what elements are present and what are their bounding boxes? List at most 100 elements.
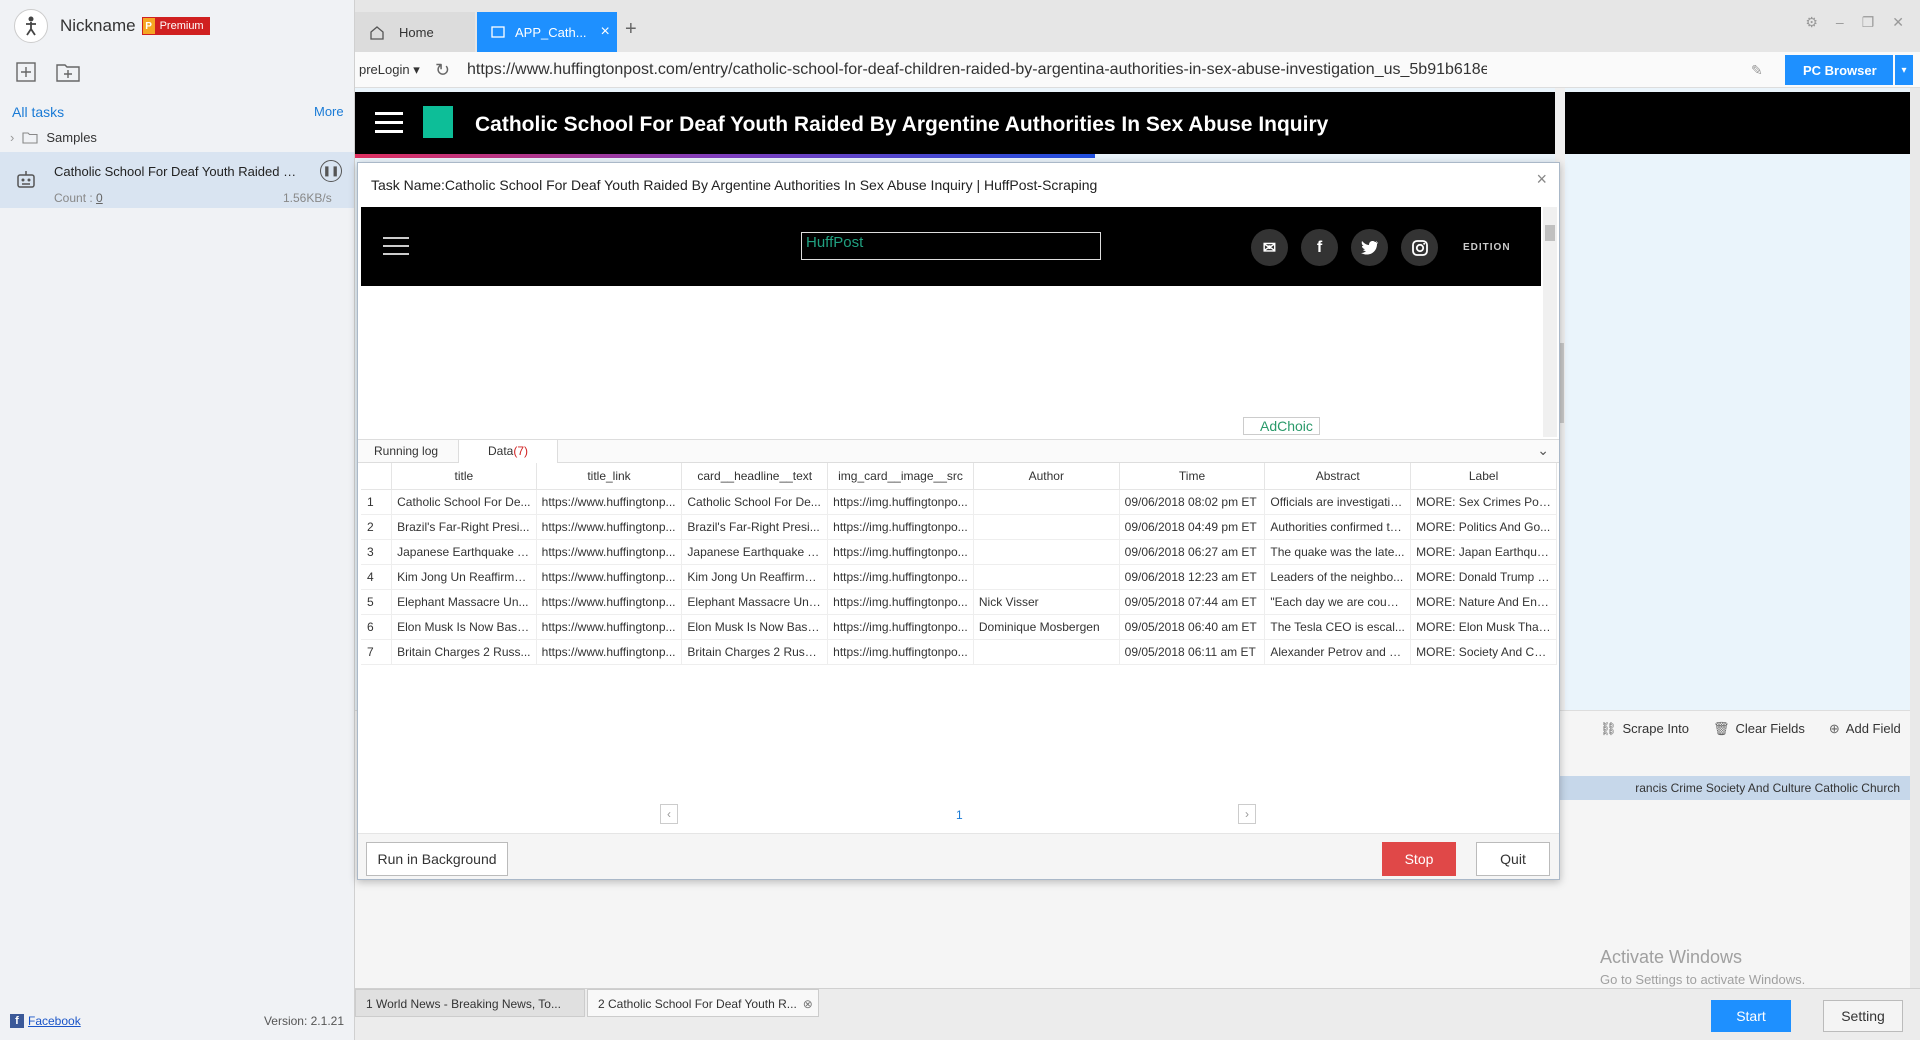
task-count-value[interactable]: 0 [96,191,103,205]
table-cell: 09/06/2018 08:02 pm ET [1119,489,1266,515]
restore-icon[interactable]: ❐ [1862,14,1875,31]
table-cell: Elon Musk Is Now Base... [681,614,829,640]
activate-windows-watermark: Activate Windows Go to Settings to activ… [1600,947,1805,987]
tab-app[interactable]: APP_Cath... × [477,12,617,52]
table-row[interactable]: 3 Japanese Earthquake T... https://www.huf… [361,539,1557,565]
selected-field-row[interactable]: rancis Crime Society And Culture Catholi… [1535,776,1910,800]
activate-title: Activate Windows [1600,947,1743,967]
edition-label[interactable]: EDITION [1463,242,1511,253]
nickname[interactable]: Nickname [60,16,136,36]
table-row[interactable]: 6 Elon Musk Is Now Base... https://www.huf… [361,614,1557,640]
column-header[interactable]: title [391,463,537,490]
tab-home-label: Home [399,24,434,40]
table-cell: MORE: Society And Cul... [1410,639,1557,665]
chevron-right-icon[interactable]: › [1238,804,1256,824]
huffpost-logo[interactable] [423,106,453,138]
table-cell [973,539,1120,565]
reload-icon[interactable]: ↻ [435,60,450,81]
huffpost-logo-image[interactable]: HuffPost [801,232,1101,260]
email-icon[interactable]: ✉ [1251,229,1288,266]
facebook-link[interactable]: Facebook [28,1014,81,1028]
clear-fields-button[interactable]: 🗑 Clear Fields [1713,721,1805,737]
column-header[interactable]: Abstract [1264,463,1412,490]
hamburger-menu-icon[interactable] [375,112,403,139]
close-icon[interactable]: × [1536,169,1547,190]
settings-icon[interactable]: ⚙ [1805,14,1818,31]
add-field-button[interactable]: ⊕ Add Field [1829,721,1901,737]
table-cell: https://www.huffingtonp... [536,564,683,590]
table-row[interactable]: 5 Elephant Massacre Un... https://www.huff… [361,589,1557,615]
scrape-into-button[interactable]: ⛓ Scrape Into [1600,721,1689,737]
preview-scrollbar-thumb[interactable] [1545,225,1555,241]
chevron-left-icon[interactable]: ‹ [660,804,678,824]
field-actions: ⛓ Scrape Into 🗑 Clear Fields ⊕ Add Field [1600,721,1901,737]
table-cell: Britain Charges 2 Russ... [391,639,537,665]
tab-running-log[interactable]: Running log [362,440,450,463]
bottom-tab-2[interactable]: 2 Catholic School For Deaf Youth R... ⊗ [587,989,819,1017]
column-header[interactable]: title_link [536,463,683,490]
start-button[interactable]: Start [1711,1000,1791,1032]
edit-icon[interactable]: ✎ [1751,62,1763,79]
sidebar: Nickname P Premium All tasks More › Samp… [0,0,355,1040]
adchoice-image[interactable]: AdChoic [1243,417,1320,435]
row-index: 5 [361,589,393,615]
chevron-right-icon[interactable]: › [10,130,14,145]
preview-scrollbar[interactable] [1543,207,1557,437]
column-header[interactable]: card__headline__text [681,463,829,490]
instagram-icon[interactable] [1401,229,1438,266]
table-cell: Leaders of the neighbo... [1264,564,1412,590]
pause-icon[interactable]: ❚❚ [320,160,342,182]
reading-progress-bar [355,154,1095,158]
folder-samples[interactable]: › Samples [10,130,97,145]
task-speed: 1.56KB/s [283,191,332,205]
tab-home[interactable]: Home [355,12,475,52]
stop-button[interactable]: Stop [1382,842,1456,876]
quit-button[interactable]: Quit [1476,842,1550,876]
facebook-icon[interactable]: f [1301,229,1338,266]
more-link[interactable]: More [314,104,344,119]
run-in-background-button[interactable]: Run in Background [366,842,508,876]
tab-data[interactable]: Data(7) [458,440,558,463]
table-cell: Japanese Earthquake T... [681,539,829,565]
column-header[interactable] [361,463,393,490]
facebook-icon[interactable]: f [10,1014,24,1028]
new-tab-icon[interactable]: + [625,18,637,41]
table-row[interactable]: 4 Kim Jong Un Reaffirms ... https://www.hu… [361,564,1557,590]
pc-browser-dropdown-icon[interactable]: ▾ [1895,55,1913,85]
table-cell: Elephant Massacre Und... [681,589,829,615]
collapse-icon[interactable]: ⌄ [1537,442,1549,459]
bottom-tab-1[interactable]: 1 World News - Breaking News, To... [355,989,585,1017]
table-cell: Britain Charges 2 Russi... [681,639,829,665]
column-header[interactable]: img_card__image__src [827,463,974,490]
url-field[interactable]: https://www.huffingtonpost.com/entry/cat… [467,61,1487,79]
column-header[interactable]: Label [1410,463,1557,490]
scrape-into-label: Scrape Into [1622,721,1690,736]
page-icon [491,26,505,38]
table-row[interactable]: 2 Brazil's Far-Right Presi... https://www.… [361,514,1557,540]
column-header[interactable]: Time [1119,463,1266,490]
pc-browser-button[interactable]: PC Browser [1785,55,1893,85]
hamburger-menu-icon[interactable] [383,237,409,261]
table-row[interactable]: 7 Britain Charges 2 Russ... https://www.hu… [361,639,1557,665]
table-cell: Brazil's Far-Right Presi... [391,514,537,540]
row-index: 3 [361,539,393,565]
robot-icon [14,168,38,195]
page-number[interactable]: 1 [956,808,963,822]
column-header[interactable]: Author [973,463,1120,490]
new-folder-icon[interactable] [54,58,82,86]
table-cell [973,489,1120,515]
close-circle-icon[interactable]: ⊗ [803,997,813,1011]
minimize-icon[interactable]: – [1836,14,1844,31]
close-icon[interactable]: × [601,23,610,41]
task-item[interactable]: Catholic School For Deaf Youth Raided By… [0,152,354,208]
new-task-icon[interactable] [12,58,40,86]
table-cell: 09/06/2018 12:23 am ET [1119,564,1266,590]
prelogin-dropdown[interactable]: preLogin ▾ [359,62,420,78]
twitter-icon[interactable] [1351,229,1388,266]
add-field-label: Add Field [1845,721,1901,736]
table-row[interactable]: 1 Catholic School For De... https://www.hu… [361,489,1557,515]
table-cell [973,514,1120,540]
all-tasks-link[interactable]: All tasks [12,104,64,120]
close-window-icon[interactable]: ✕ [1892,14,1904,31]
setting-button[interactable]: Setting [1823,1000,1903,1032]
